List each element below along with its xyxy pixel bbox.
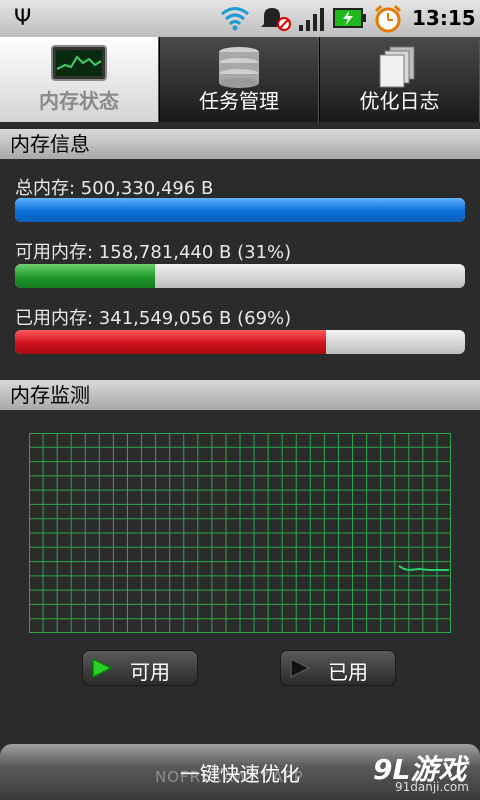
chart-monitor-icon xyxy=(51,45,107,81)
alarm-icon xyxy=(374,4,402,33)
legend-used-button[interactable]: 已用 xyxy=(280,650,396,686)
site-badge: 9L游戏 91danji.com xyxy=(373,748,480,800)
battery-charging-icon xyxy=(333,8,366,28)
wifi-icon xyxy=(221,7,249,31)
tab-label: 任务管理 xyxy=(199,89,279,113)
memory-info-header: 内存信息 xyxy=(0,129,480,159)
legend-used-label: 已用 xyxy=(328,660,368,684)
available-memory-bar xyxy=(15,264,465,288)
documents-icon xyxy=(379,46,414,88)
total-memory-bar xyxy=(15,198,465,222)
site-url: 91danji.com xyxy=(395,780,469,794)
watermark-text: NOFREXAWEY.APP xyxy=(155,768,304,786)
status-clock: 13:15 xyxy=(412,6,476,30)
usb-icon: Ψ xyxy=(14,6,32,31)
tab-optimize-log[interactable]: 优化日志 xyxy=(320,37,480,122)
total-memory-label: 总内存: 500,330,496 B xyxy=(15,178,214,199)
available-memory-label: 可用内存: 158,781,440 B (31%) xyxy=(15,242,292,263)
used-memory-bar xyxy=(15,330,465,354)
tab-label: 内存状态 xyxy=(39,89,119,113)
tab-memory-status[interactable]: 内存状态 xyxy=(0,37,159,122)
status-bar: Ψ 13:15 xyxy=(0,0,480,37)
memory-monitor-header: 内存监测 xyxy=(0,380,480,410)
tab-task-manager[interactable]: 任务管理 xyxy=(160,37,319,122)
database-stack-icon xyxy=(219,47,259,88)
used-memory-fill xyxy=(15,330,326,354)
total-memory-fill xyxy=(15,198,465,222)
legend-available-label: 可用 xyxy=(130,660,170,684)
memory-monitor-graph xyxy=(29,433,451,633)
tab-label: 优化日志 xyxy=(359,89,440,113)
tab-bar: 内存状态 任务管理 优化日志 xyxy=(0,37,480,122)
legend-available-button[interactable]: 可用 xyxy=(82,650,198,686)
bell-muted-icon xyxy=(261,8,291,31)
signal-icon xyxy=(299,8,324,31)
used-memory-label: 已用内存: 341,549,056 B (69%) xyxy=(15,308,292,329)
available-memory-fill xyxy=(15,264,155,288)
